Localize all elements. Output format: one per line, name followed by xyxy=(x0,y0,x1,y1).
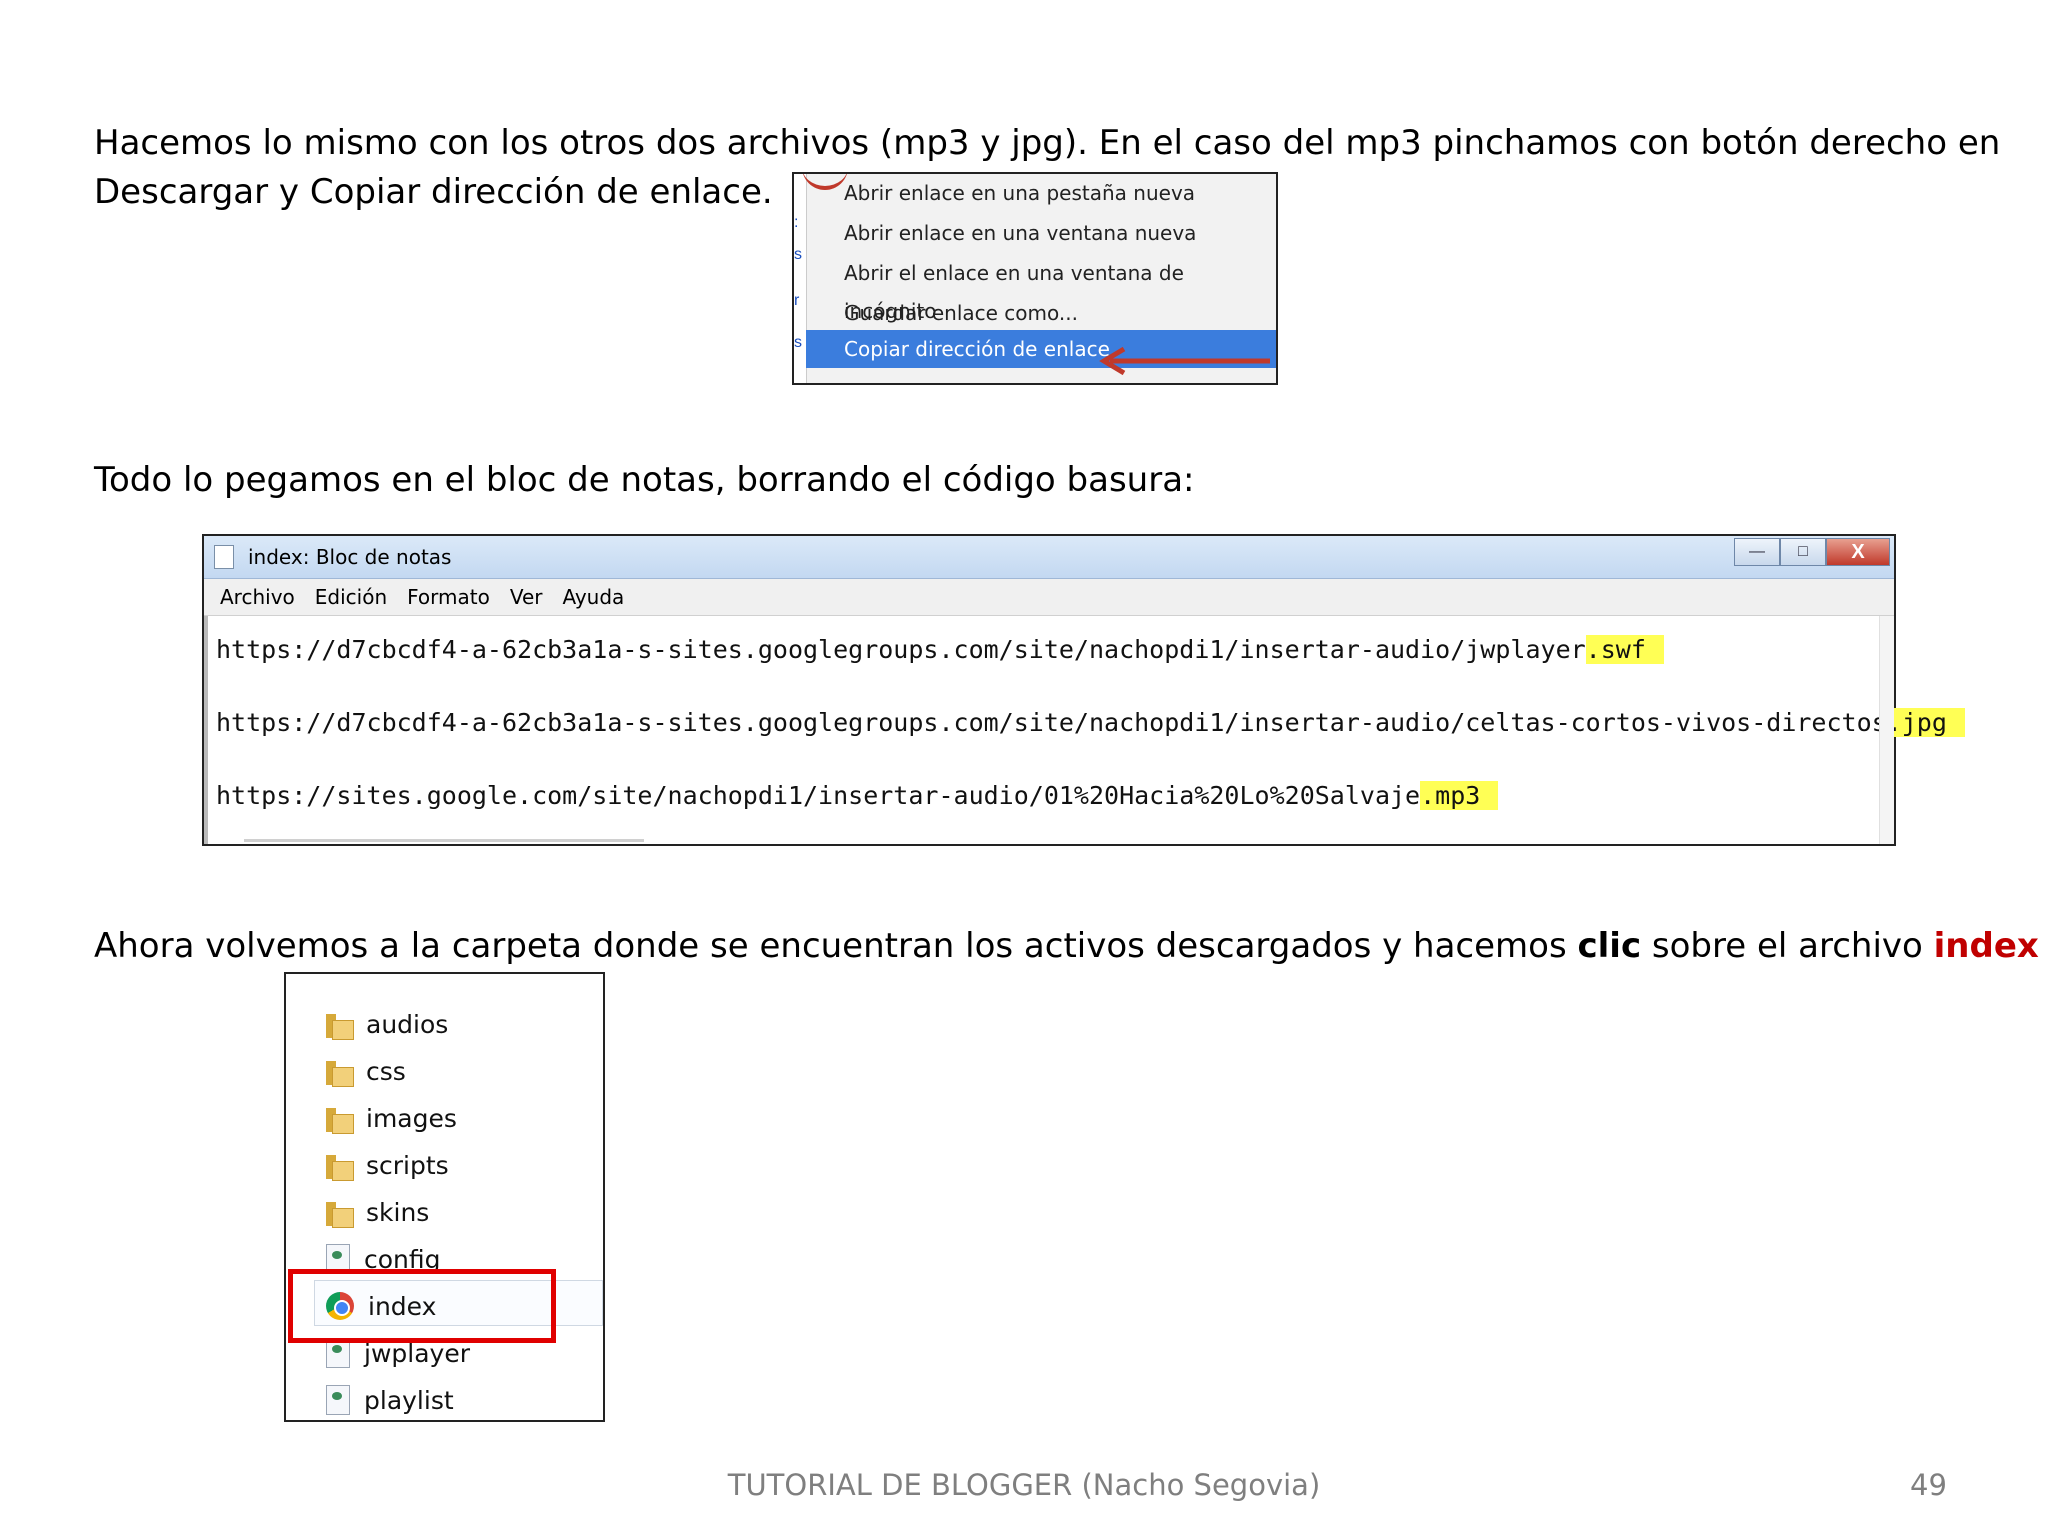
menu-item-save-link[interactable]: Guardar enlace como... xyxy=(806,294,1276,332)
folder-icon xyxy=(326,1104,354,1134)
menu-ayuda[interactable]: Ayuda xyxy=(563,585,625,609)
page-number: 49 xyxy=(1910,1468,1947,1502)
file-name: css xyxy=(366,1056,406,1086)
menu-formato[interactable]: Formato xyxy=(407,585,490,609)
list-item-audios[interactable]: audios xyxy=(326,1004,448,1044)
context-menu: :srs Abrir enlace en una pestaña nueva A… xyxy=(792,172,1278,385)
close-button[interactable]: X xyxy=(1826,538,1890,566)
folder-icon xyxy=(326,1057,354,1087)
intro-line-2: Descargar y Copiar dirección de enlace. xyxy=(94,172,773,212)
list-item-scripts[interactable]: scripts xyxy=(326,1145,449,1185)
folder-icon xyxy=(326,1151,354,1181)
notepad-document-icon xyxy=(214,545,234,569)
notepad-menubar: Archivo Edición Formato Ver Ayuda xyxy=(204,579,1894,616)
intro-line-1: Hacemos lo mismo con los otros dos archi… xyxy=(94,123,2001,163)
list-item-playlist[interactable]: playlist xyxy=(326,1380,454,1420)
file-name: images xyxy=(366,1103,457,1133)
menu-item-open-tab[interactable]: Abrir enlace en una pestaña nueva xyxy=(806,174,1276,212)
url-extension-highlight: .mp3 xyxy=(1420,781,1499,810)
file-name: playlist xyxy=(364,1385,454,1415)
minimize-button[interactable]: — xyxy=(1734,538,1780,566)
menu-item-open-window[interactable]: Abrir enlace en una ventana nueva xyxy=(806,214,1276,252)
url-prefix: https://d7cbcdf4-a-62cb3a1a-s-sites.goog… xyxy=(216,708,1887,737)
xml-file-icon xyxy=(326,1385,350,1415)
url-line-mp3: https://sites.google.com/site/nachopdi1/… xyxy=(216,779,1499,813)
index-emphasis: index xyxy=(1933,926,2039,966)
red-selection-box xyxy=(288,1269,556,1343)
menu-ver[interactable]: Ver xyxy=(510,585,543,609)
notepad-window: index: Bloc de notas — □ X Archivo Edici… xyxy=(202,534,1965,846)
file-explorer-list: audios css images scripts skins config i… xyxy=(284,972,605,1422)
notepad-text-area[interactable]: https://d7cbcdf4-a-62cb3a1a-s-sites.goog… xyxy=(204,616,1965,844)
notepad-title: index: Bloc de notas xyxy=(248,545,452,569)
menu-archivo[interactable]: Archivo xyxy=(220,585,295,609)
url-prefix: https://d7cbcdf4-a-62cb3a1a-s-sites.goog… xyxy=(216,635,1586,664)
list-item-css[interactable]: css xyxy=(326,1051,406,1091)
menu-edicion[interactable]: Edición xyxy=(315,585,387,609)
maximize-button[interactable]: □ xyxy=(1780,538,1826,566)
horizontal-scrollbar[interactable] xyxy=(244,839,644,842)
list-item-skins[interactable]: skins xyxy=(326,1192,429,1232)
url-prefix: https://sites.google.com/site/nachopdi1/… xyxy=(216,781,1421,810)
clic-emphasis: clic xyxy=(1577,926,1642,966)
folder-instruction-middle: sobre el archivo xyxy=(1641,926,1934,966)
menu-item-open-incognito[interactable]: Abrir el enlace en una ventana de incógn… xyxy=(806,254,1276,323)
url-line-jpg: https://d7cbcdf4-a-62cb3a1a-s-sites.goog… xyxy=(216,706,1965,740)
list-item-images[interactable]: images xyxy=(326,1098,457,1138)
vertical-scrollbar[interactable] xyxy=(1879,616,1894,844)
url-line-swf: https://d7cbcdf4-a-62cb3a1a-s-sites.goog… xyxy=(216,633,1664,667)
folder-instruction: Ahora volvemos a la carpeta donde se enc… xyxy=(94,922,2039,971)
paste-instruction: Todo lo pegamos en el bloc de notas, bor… xyxy=(94,460,1195,500)
file-name: skins xyxy=(366,1197,430,1227)
red-arrow-icon xyxy=(1099,346,1270,376)
file-name: scripts xyxy=(366,1150,449,1180)
folder-instruction-text: Ahora volvemos a la carpeta donde se enc… xyxy=(94,926,1578,966)
notepad-titlebar[interactable]: index: Bloc de notas — □ X xyxy=(204,536,1894,579)
footer-title: TUTORIAL DE BLOGGER (Nacho Segovia) xyxy=(727,1468,1321,1502)
folder-icon xyxy=(326,1010,354,1040)
file-name: audios xyxy=(366,1009,449,1039)
url-extension-highlight: .swf xyxy=(1585,635,1664,664)
folder-icon xyxy=(326,1198,354,1228)
url-extension-highlight: .jpg xyxy=(1886,708,1965,737)
